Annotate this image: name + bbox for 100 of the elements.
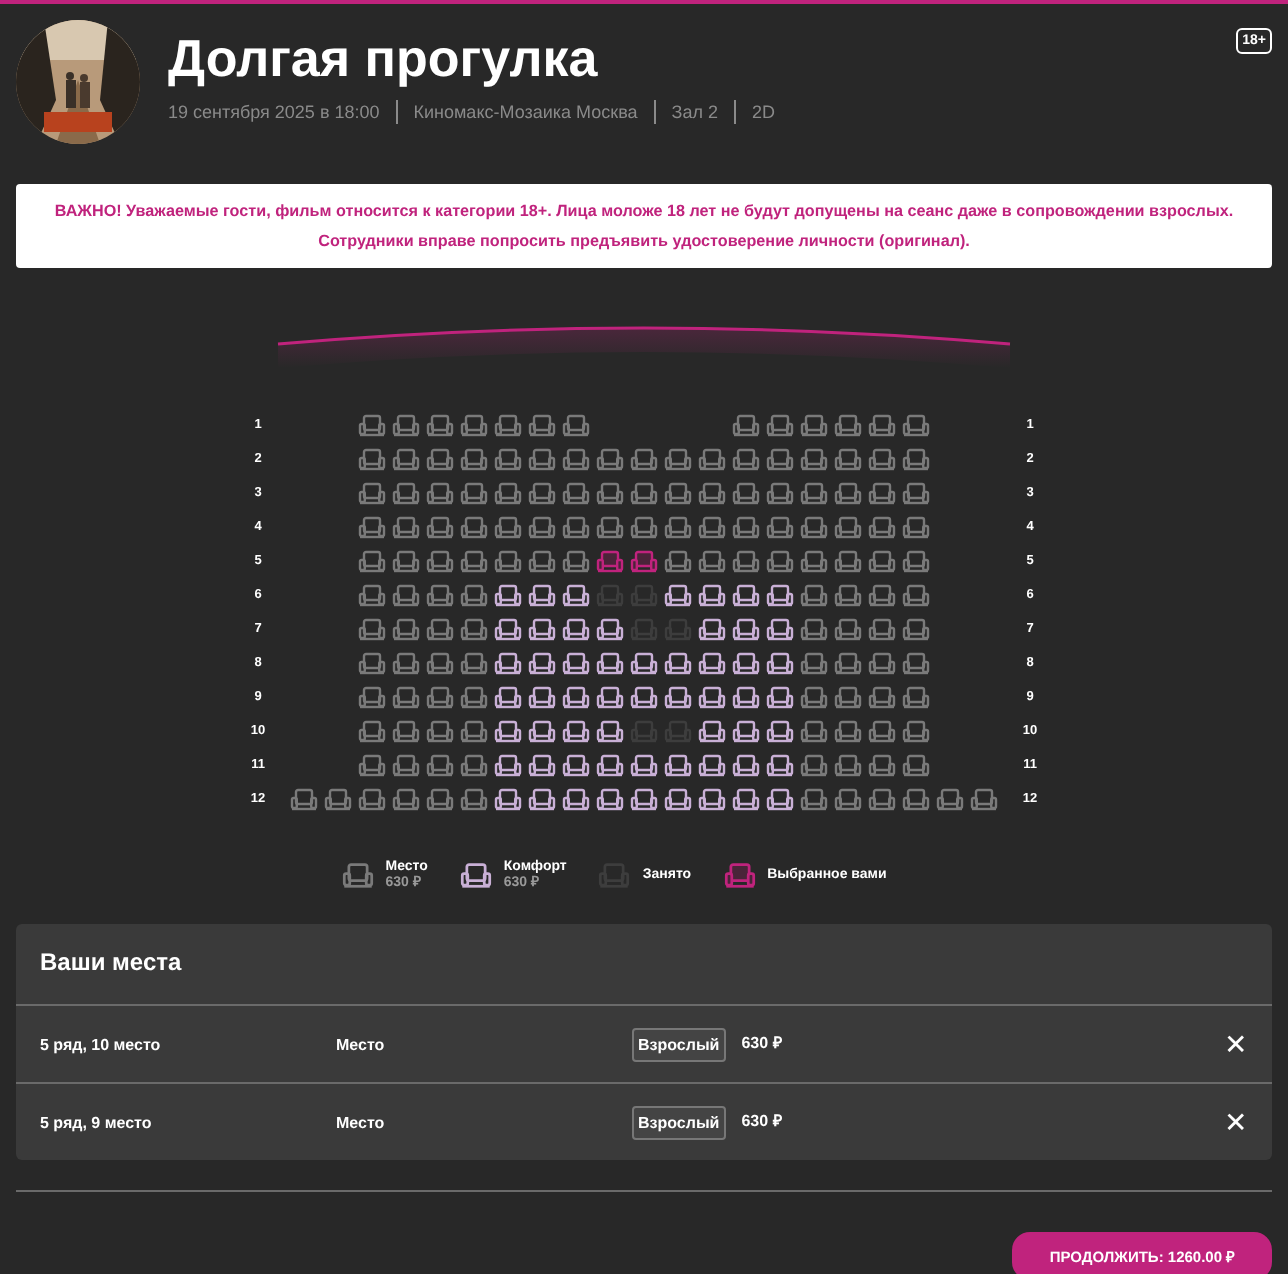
seat[interactable] <box>392 753 420 777</box>
seat[interactable] <box>528 719 556 743</box>
seat[interactable] <box>800 617 828 641</box>
seat[interactable] <box>426 719 454 743</box>
seat[interactable] <box>732 413 760 437</box>
seat[interactable] <box>460 651 488 675</box>
seat[interactable] <box>358 787 386 811</box>
seat[interactable] <box>494 481 522 505</box>
seat[interactable] <box>868 549 896 573</box>
seat[interactable] <box>426 617 454 641</box>
seat[interactable] <box>766 549 794 573</box>
seat[interactable] <box>426 583 454 607</box>
seat[interactable] <box>800 753 828 777</box>
seat[interactable] <box>494 651 522 675</box>
seat[interactable] <box>732 651 760 675</box>
seat[interactable] <box>868 447 896 471</box>
seat[interactable] <box>800 413 828 437</box>
seat[interactable] <box>766 515 794 539</box>
seat[interactable] <box>664 447 692 471</box>
seat[interactable] <box>800 719 828 743</box>
seat[interactable] <box>834 651 862 675</box>
seat[interactable] <box>528 685 556 709</box>
seat[interactable] <box>392 651 420 675</box>
seat[interactable] <box>902 413 930 437</box>
seat[interactable] <box>358 413 386 437</box>
seat[interactable] <box>392 481 420 505</box>
seat[interactable] <box>698 481 726 505</box>
seat[interactable] <box>902 685 930 709</box>
seat[interactable] <box>800 583 828 607</box>
seat[interactable] <box>732 753 760 777</box>
seat[interactable] <box>494 413 522 437</box>
seat[interactable] <box>460 413 488 437</box>
seat[interactable] <box>460 719 488 743</box>
seat[interactable] <box>664 515 692 539</box>
seat[interactable] <box>324 787 352 811</box>
seat[interactable] <box>834 481 862 505</box>
seat[interactable] <box>392 719 420 743</box>
seat[interactable] <box>426 787 454 811</box>
seat[interactable] <box>732 685 760 709</box>
seat[interactable] <box>358 447 386 471</box>
seat[interactable] <box>868 685 896 709</box>
seat[interactable] <box>426 651 454 675</box>
seat[interactable] <box>766 583 794 607</box>
seat[interactable] <box>664 753 692 777</box>
seat[interactable] <box>698 515 726 539</box>
seat[interactable] <box>392 617 420 641</box>
seat[interactable] <box>494 447 522 471</box>
seat[interactable] <box>664 651 692 675</box>
seat[interactable] <box>834 549 862 573</box>
seat[interactable] <box>562 617 590 641</box>
seat[interactable] <box>358 481 386 505</box>
seat[interactable] <box>868 481 896 505</box>
seat[interactable] <box>358 719 386 743</box>
seat[interactable] <box>630 685 658 709</box>
remove-button[interactable]: ✕ <box>1224 1108 1248 1136</box>
seat[interactable] <box>358 617 386 641</box>
seat[interactable] <box>392 549 420 573</box>
seat[interactable] <box>528 583 556 607</box>
seat[interactable] <box>766 651 794 675</box>
seat[interactable] <box>494 617 522 641</box>
ticket-type-button[interactable]: Взрослый <box>632 1027 726 1061</box>
seat[interactable] <box>494 719 522 743</box>
seat[interactable] <box>562 481 590 505</box>
seat[interactable] <box>868 515 896 539</box>
seat[interactable] <box>528 413 556 437</box>
seat[interactable] <box>460 617 488 641</box>
seat[interactable] <box>528 515 556 539</box>
seat[interactable] <box>562 413 590 437</box>
seat[interactable] <box>732 583 760 607</box>
seat[interactable] <box>426 515 454 539</box>
seat[interactable] <box>902 447 930 471</box>
seat[interactable] <box>358 685 386 709</box>
seat[interactable] <box>664 787 692 811</box>
seat[interactable] <box>290 787 318 811</box>
seat[interactable] <box>596 787 624 811</box>
seat[interactable] <box>732 549 760 573</box>
seat[interactable] <box>766 481 794 505</box>
seat[interactable] <box>664 481 692 505</box>
seat[interactable] <box>426 753 454 777</box>
seat[interactable] <box>698 583 726 607</box>
seat[interactable] <box>528 787 556 811</box>
ticket-type-button[interactable]: Взрослый <box>632 1105 726 1139</box>
seat[interactable] <box>732 787 760 811</box>
seat[interactable] <box>664 549 692 573</box>
seat[interactable] <box>902 753 930 777</box>
seat[interactable] <box>732 481 760 505</box>
seat[interactable] <box>766 685 794 709</box>
seat[interactable] <box>562 685 590 709</box>
seat[interactable] <box>528 447 556 471</box>
seat[interactable] <box>562 549 590 573</box>
seat[interactable] <box>698 753 726 777</box>
seat[interactable] <box>596 481 624 505</box>
seat[interactable] <box>868 719 896 743</box>
seat[interactable] <box>358 753 386 777</box>
seat[interactable] <box>868 753 896 777</box>
seat[interactable] <box>596 753 624 777</box>
seat[interactable] <box>562 787 590 811</box>
seat[interactable] <box>358 515 386 539</box>
seat[interactable] <box>494 753 522 777</box>
seat[interactable] <box>732 447 760 471</box>
